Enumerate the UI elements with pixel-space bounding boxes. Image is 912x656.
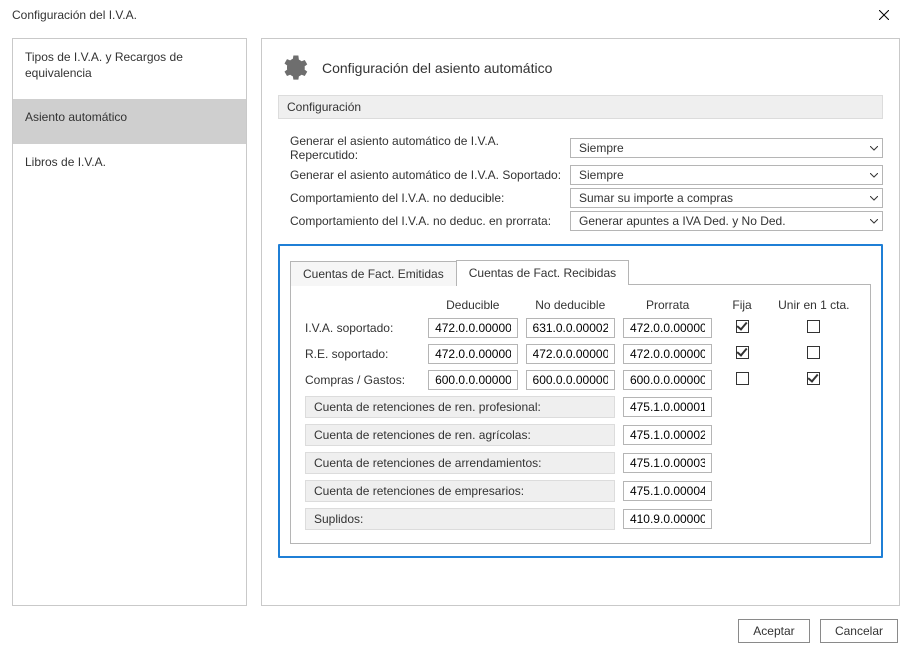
accept-button[interactable]: Aceptar: [738, 619, 810, 643]
chevron-down-icon: [870, 196, 878, 201]
col-deducible: Deducible: [424, 295, 521, 315]
tab-emitidas[interactable]: Cuentas de Fact. Emitidas: [290, 261, 457, 286]
ret-agricolas-input[interactable]: [623, 425, 712, 445]
dialog-buttons: Aceptar Cancelar: [0, 606, 912, 656]
iva-prorrata-input[interactable]: [623, 318, 712, 338]
col-no-deducible: No deducible: [522, 295, 619, 315]
tab-strip: Cuentas de Fact. Emitidas Cuentas de Fac…: [290, 260, 871, 285]
gear-icon: [278, 53, 308, 83]
tab-recibidas[interactable]: Cuentas de Fact. Recibidas: [456, 260, 629, 285]
re-fija-checkbox[interactable]: [736, 346, 749, 359]
config-label-soportado: Generar el asiento automático de I.V.A. …: [290, 168, 570, 182]
sidebar-item-asiento[interactable]: Asiento automático: [13, 99, 246, 143]
ret-label-profesional: Cuenta de retenciones de ren. profesiona…: [305, 396, 615, 418]
page-title: Configuración del asiento automático: [322, 60, 552, 76]
config-label-prorrata: Comportamiento del I.V.A. no deduc. en p…: [290, 214, 570, 228]
iva-unir-checkbox[interactable]: [807, 320, 820, 333]
close-icon: [879, 10, 889, 20]
ret-label-arrendamientos: Cuenta de retenciones de arrendamientos:: [305, 452, 615, 474]
row-label-iva: I.V.A. soportado:: [301, 315, 424, 341]
cg-deducible-input[interactable]: [428, 370, 517, 390]
select-soportado[interactable]: Siempre: [570, 165, 883, 185]
row-label-re: R.E. soportado:: [301, 341, 424, 367]
chevron-down-icon: [870, 173, 878, 178]
select-repercutido[interactable]: Siempre: [570, 138, 883, 158]
config-label-repercutido: Generar el asiento automático de I.V.A. …: [290, 134, 570, 162]
col-fija: Fija: [716, 295, 767, 315]
re-re-prorrata-input[interactable]: [623, 344, 712, 364]
iva-fija-checkbox[interactable]: [736, 320, 749, 333]
iva-deducible-input[interactable]: [428, 318, 517, 338]
ret-arrendamientos-input[interactable]: [623, 453, 712, 473]
window-title: Configuración del I.V.A.: [12, 8, 864, 22]
ret-label-empresarios: Cuenta de retenciones de empresarios:: [305, 480, 615, 502]
select-value: Siempre: [579, 168, 624, 182]
chevron-down-icon: [870, 219, 878, 224]
ret-empresarios-input[interactable]: [623, 481, 712, 501]
select-value: Siempre: [579, 141, 624, 155]
sidebar-item-tipos[interactable]: Tipos de I.V.A. y Recargos de equivalenc…: [13, 39, 246, 99]
cuentas-panel: Cuentas de Fact. Emitidas Cuentas de Fac…: [278, 244, 883, 558]
cg-unir-checkbox[interactable]: [807, 372, 820, 385]
sidebar-item-libros[interactable]: Libros de I.V.A.: [13, 144, 246, 188]
ret-label-suplidos: Suplidos:: [305, 508, 615, 530]
col-prorrata: Prorrata: [619, 295, 716, 315]
chevron-down-icon: [870, 146, 878, 151]
main-panel: Configuración del asiento automático Con…: [261, 38, 900, 606]
row-label-compras: Compras / Gastos:: [301, 367, 424, 393]
ret-suplidos-input[interactable]: [623, 509, 712, 529]
select-value: Sumar su importe a compras: [579, 191, 733, 205]
select-prorrata[interactable]: Generar apuntes a IVA Ded. y No Ded.: [570, 211, 883, 231]
page-heading: Configuración del asiento automático: [278, 53, 883, 83]
cg-fija-checkbox[interactable]: [736, 372, 749, 385]
cg-prorrata-input[interactable]: [623, 370, 712, 390]
re-no-deducible-input[interactable]: [526, 344, 615, 364]
tab-panel-recibidas: Deducible No deducible Prorrata Fija Uni…: [290, 284, 871, 544]
select-value: Generar apuntes a IVA Ded. y No Ded.: [579, 214, 786, 228]
iva-no-deducible-input[interactable]: [526, 318, 615, 338]
config-label-no-deducible: Comportamiento del I.V.A. no deducible:: [290, 191, 570, 205]
col-unir: Unir en 1 cta.: [768, 295, 860, 315]
cg-no-deducible-input[interactable]: [526, 370, 615, 390]
section-title: Configuración: [278, 95, 883, 119]
titlebar: Configuración del I.V.A.: [0, 0, 912, 30]
cancel-button[interactable]: Cancelar: [820, 619, 898, 643]
re-deducible-input[interactable]: [428, 344, 517, 364]
sidebar: Tipos de I.V.A. y Recargos de equivalenc…: [12, 38, 247, 606]
re-unir-checkbox[interactable]: [807, 346, 820, 359]
close-button[interactable]: [864, 1, 904, 29]
select-no-deducible[interactable]: Sumar su importe a compras: [570, 188, 883, 208]
ret-profesional-input[interactable]: [623, 397, 712, 417]
ret-label-agricolas: Cuenta de retenciones de ren. agrícolas:: [305, 424, 615, 446]
